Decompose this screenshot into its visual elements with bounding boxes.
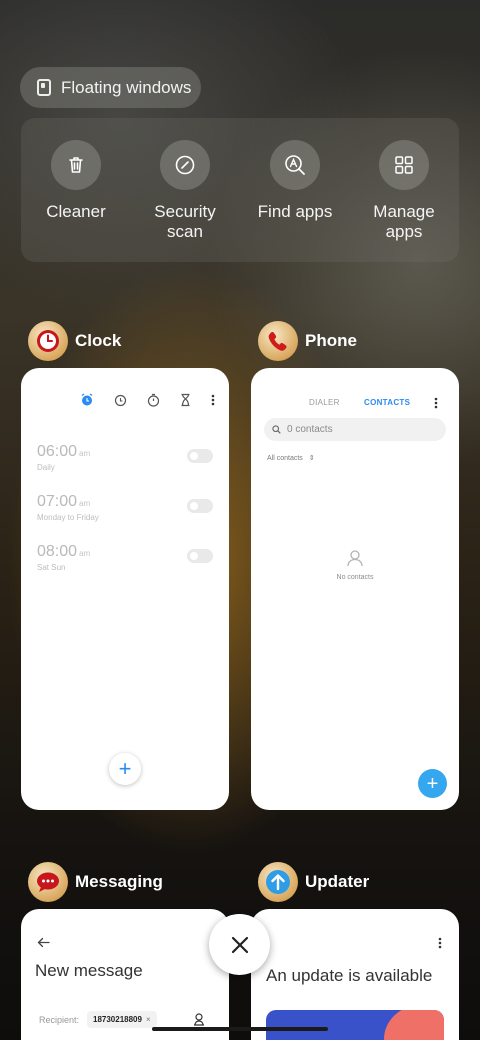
alarm-toggle[interactable] <box>187 499 213 513</box>
clear-all-button[interactable] <box>209 914 270 975</box>
phone-app-icon <box>258 321 298 361</box>
find-apps-label: Find apps <box>257 202 333 221</box>
alarm-row[interactable]: 07:00 am Monday to Friday <box>37 493 213 533</box>
grid-icon <box>379 140 429 190</box>
trash-icon <box>51 140 101 190</box>
more-options-icon[interactable] <box>211 394 215 406</box>
tab-dialer[interactable]: DIALER <box>309 398 340 407</box>
back-arrow-icon[interactable] <box>37 937 50 948</box>
find-apps-icon <box>270 140 320 190</box>
phone-app-card[interactable]: DIALER CONTACTS 0 contacts All contacts … <box>251 368 459 810</box>
floating-windows-button[interactable]: Floating windows <box>20 67 201 108</box>
no-contacts-text: No contacts <box>336 574 374 581</box>
more-options-icon[interactable] <box>434 397 438 409</box>
cleaner-label: Cleaner <box>46 202 106 221</box>
security-scan-icon <box>160 140 210 190</box>
remove-recipient-icon[interactable]: × <box>146 1015 151 1024</box>
updater-app-icon <box>258 862 298 902</box>
manage-apps-button[interactable]: Manage apps <box>349 140 459 242</box>
add-contact-button[interactable]: + <box>418 769 447 798</box>
more-options-icon[interactable] <box>438 937 442 949</box>
chevron-updown-icon: ⇕ <box>308 455 315 462</box>
search-icon <box>272 425 281 434</box>
updater-app-name: Updater <box>305 872 370 891</box>
clock-app-card[interactable]: 06:00 am Daily 07:00 am Monday to Friday 0… <box>21 368 229 810</box>
contact-picker-icon[interactable] <box>193 1013 205 1026</box>
alarm-toggle[interactable] <box>187 449 213 463</box>
update-available-title: An update is available <box>266 966 433 985</box>
phone-app-name: Phone <box>305 331 357 350</box>
clock-app-icon <box>28 321 68 361</box>
phone-app-header[interactable]: Phone <box>258 321 357 361</box>
clock-tabs <box>61 393 215 407</box>
update-banner-image <box>266 1010 444 1040</box>
empty-state: No contacts <box>251 548 459 581</box>
floating-window-icon <box>37 79 51 96</box>
add-alarm-button[interactable]: + <box>109 753 141 785</box>
updater-app-card[interactable]: An update is available <box>251 909 459 1040</box>
quick-tools-panel: Cleaner Security scan Find apps Manage a… <box>21 118 459 262</box>
messaging-app-icon <box>28 862 68 902</box>
alarm-repeat: Sat Sun <box>37 563 66 572</box>
floating-windows-label: Floating windows <box>61 77 192 97</box>
manage-apps-label: Manage apps <box>373 202 435 241</box>
security-scan-button[interactable]: Security scan <box>130 140 240 242</box>
contacts-search-input[interactable]: 0 contacts <box>264 418 446 441</box>
new-message-title: New message <box>35 961 143 980</box>
close-icon <box>231 936 248 953</box>
world-clock-icon[interactable] <box>114 394 127 407</box>
alarm-row[interactable]: 06:00 am Daily <box>37 443 213 483</box>
contacts-filter[interactable]: All contacts ⇕ <box>267 454 315 462</box>
messaging-app-header[interactable]: Messaging <box>28 862 163 902</box>
person-icon <box>347 550 363 567</box>
updater-app-header[interactable]: Updater <box>258 862 369 902</box>
tab-contacts[interactable]: CONTACTS <box>364 398 410 407</box>
messaging-app-name: Messaging <box>75 872 163 891</box>
alarm-toggle[interactable] <box>187 549 213 563</box>
clock-app-header[interactable]: Clock <box>28 321 121 361</box>
alarm-row[interactable]: 08:00 am Sat Sun <box>37 543 213 583</box>
cleaner-button[interactable]: Cleaner <box>21 140 131 222</box>
security-scan-label: Security scan <box>154 202 216 241</box>
recipient-label: Recipient: <box>39 1015 80 1025</box>
alarm-repeat: Daily <box>37 463 55 472</box>
alarm-repeat: Monday to Friday <box>37 513 99 522</box>
alarm-icon[interactable] <box>80 393 94 407</box>
timer-icon[interactable] <box>180 393 191 407</box>
find-apps-button[interactable]: Find apps <box>240 140 350 222</box>
search-placeholder: 0 contacts <box>287 424 333 435</box>
messaging-app-card[interactable]: New message Recipient: 18730218809 × <box>21 909 229 1040</box>
recipient-chip[interactable]: 18730218809 × <box>87 1011 157 1028</box>
clock-app-name: Clock <box>75 331 122 350</box>
stopwatch-icon[interactable] <box>147 393 160 407</box>
home-indicator[interactable] <box>152 1027 328 1031</box>
